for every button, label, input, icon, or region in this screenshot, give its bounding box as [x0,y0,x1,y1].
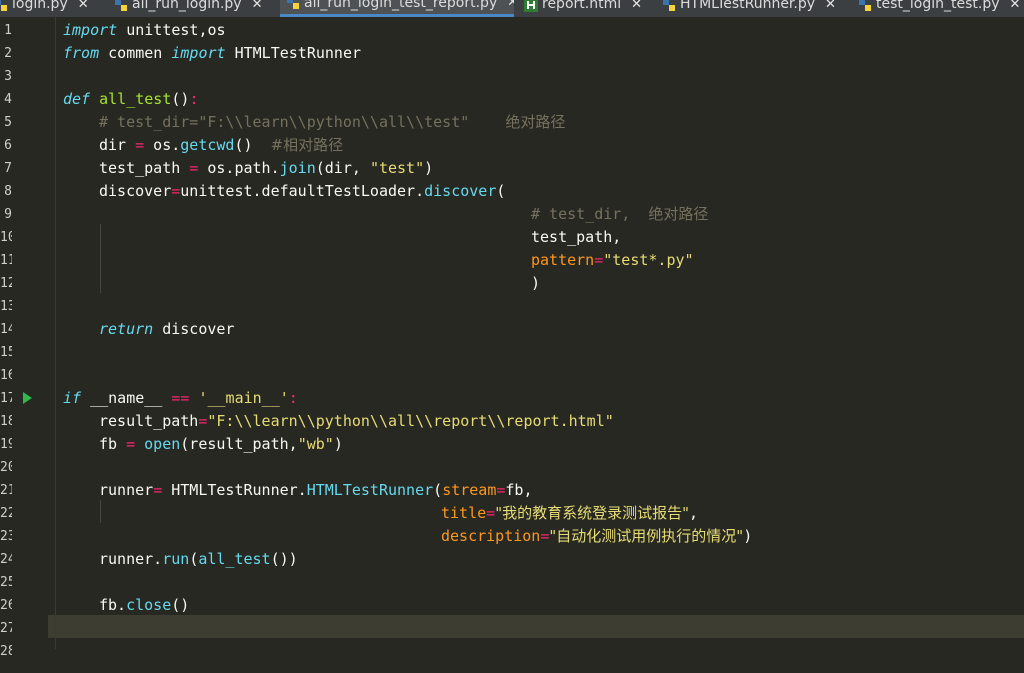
tab-label: report.html [542,0,622,12]
line-number: 4 [4,92,12,107]
code-line-12: ) [531,274,541,292]
line-number: 1 [4,23,12,38]
code-editor[interactable]: import unittest,os from commen import HT… [48,17,1024,673]
close-icon[interactable]: ✕ [507,0,514,10]
close-icon[interactable]: ✕ [631,0,642,12]
line-number: 23 [0,529,12,544]
tab-test-login-test-py[interactable]: test_login_test.py ✕ [858,0,1024,17]
code-line-6: dir = os.getcwd() #相对路径 [99,136,344,154]
line-number: 27 [0,621,12,636]
close-icon[interactable]: ✕ [78,0,89,12]
code-line-18: result_path="F:\\learn\\python\\all\\rep… [99,412,614,430]
code-line-14: return discover [99,320,235,338]
code-line-10: test_path, [531,228,622,246]
tab-all-run-login-test-report-py[interactable]: all_run_login_test_report.py ✕ [280,0,514,17]
current-line-highlight [48,615,1024,638]
line-number: 17 [0,391,12,406]
tab-label: all_run_login_test_report.py [304,0,498,11]
code-line-11: pattern="test*.py" [531,251,694,269]
close-icon[interactable]: ✕ [1010,0,1021,12]
python-file-icon [859,0,871,11]
code-line-17: if __name__ == '__main__': [63,389,298,407]
line-number: 18 [0,414,12,429]
tab-label: login.py [12,0,68,12]
tab-label: all_run_login.py [132,0,242,12]
fold-guide [55,17,56,649]
line-number-gutter: 1 2 3 4 5 6 7 8 9 10 11 12 13 14 15 16 17 18 19 20 21 22 23 24 2… [0,17,48,673]
line-number: 11 [0,253,12,268]
line-number: 7 [4,161,12,176]
line-number: 12 [0,276,12,291]
close-icon[interactable]: ✕ [252,0,263,12]
line-number: 3 [4,69,12,84]
python-file-icon [115,0,127,11]
line-number: 10 [0,230,12,245]
code-line-2: from commen import HTMLTestRunner [63,44,362,62]
close-icon[interactable]: ✕ [825,0,836,12]
line-number: 15 [0,345,12,360]
python-file-icon [0,0,7,11]
code-line-5: # test_dir="F:\\learn\\python\\all\\test… [99,113,566,131]
line-number: 25 [0,575,12,590]
code-line-21: runner= HTMLTestRunner.HTMLTestRunner(st… [99,481,533,499]
tab-login-py[interactable]: login.py ✕ [0,0,104,17]
line-number: 14 [0,322,12,337]
code-line-8: discover=unittest.defaultTestLoader.disc… [99,182,506,200]
code-line-4: def all_test(): [63,90,199,108]
line-number: 22 [0,506,12,521]
run-arrow-icon[interactable] [23,392,32,404]
tab-label: test_login_test.py [876,0,1000,12]
python-file-icon [663,0,675,11]
code-line-1: import unittest,os [63,21,226,39]
editor-tab-bar: login.py ✕ all_run_login.py ✕ all_run_lo… [0,0,1024,17]
line-number: 5 [4,115,12,130]
line-number: 20 [0,460,12,475]
line-number: 19 [0,437,12,452]
line-number: 2 [4,46,12,61]
tab-label: HTMLTestRunner.py [680,0,816,12]
code-line-24: runner.run(all_test()) [99,550,298,568]
python-file-icon [287,0,299,9]
line-number: 26 [0,598,12,613]
line-number: 8 [4,184,12,199]
code-line-26: fb.close() [99,596,190,614]
line-number: 21 [0,483,12,498]
code-line-23: description="自动化测试用例执行的情况") [441,527,753,545]
code-line-7: test_path = os.path.join(dir, "test") [99,159,434,177]
tab-report-html[interactable]: report.html ✕ [524,0,654,17]
line-number: 16 [0,368,12,383]
line-number: 28 [0,644,12,659]
code-line-9: # test_dir, 绝对路径 [531,205,709,223]
code-line-19: fb = open(result_path,"wb") [99,435,343,453]
code-line-22: title="我的教育系统登录测试报告", [441,504,699,522]
html-file-icon [524,0,538,12]
line-number: 9 [4,207,12,222]
tab-htmltestrunner-py[interactable]: HTMLTestRunner.py ✕ [662,0,852,17]
line-number: 13 [0,299,12,314]
tab-all-run-login-py[interactable]: all_run_login.py ✕ [114,0,274,17]
line-number: 6 [4,138,12,153]
line-number: 24 [0,552,12,567]
